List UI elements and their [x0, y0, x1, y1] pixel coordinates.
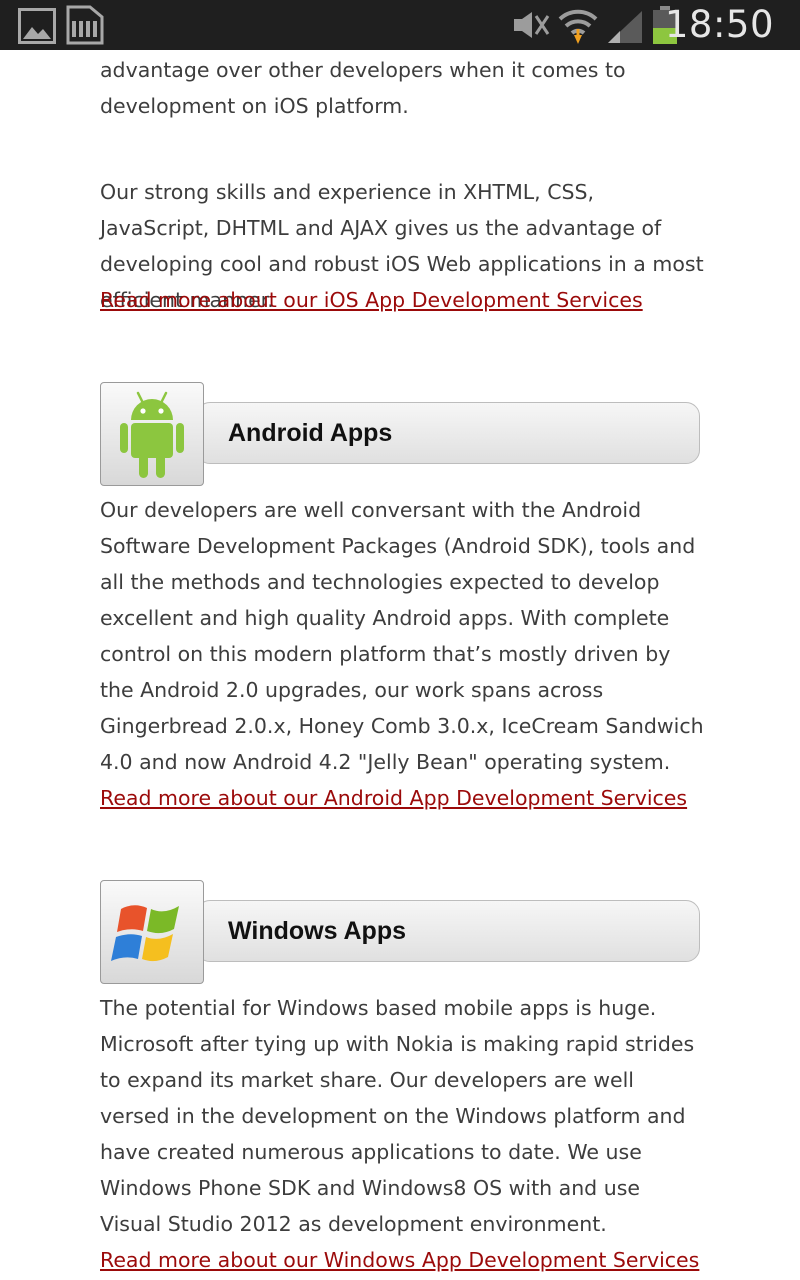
android-services-link[interactable]: Read more about our Android App Developm…	[100, 780, 687, 816]
ios-services-link[interactable]: Read more about our iOS App Development …	[100, 282, 643, 318]
sd-card-icon	[66, 5, 104, 49]
windows-logo-icon	[111, 905, 179, 962]
wifi-icon	[558, 5, 598, 49]
windows-services-link[interactable]: Read more about our Windows App Developm…	[100, 1242, 699, 1278]
gallery-icon	[18, 8, 56, 48]
android-section-title: Android Apps	[228, 419, 393, 447]
android-robot-icon	[120, 391, 184, 478]
windows-section-title: Windows Apps	[228, 917, 407, 945]
android-icon-frame	[100, 382, 204, 486]
android-section-header: Android Apps	[100, 382, 700, 488]
status-time: 18:50	[664, 3, 774, 46]
windows-icon-frame	[100, 880, 204, 984]
status-bar: 18:50	[0, 0, 800, 50]
android-section-body: Our developers are well conversant with …	[100, 498, 704, 774]
windows-section-header: Windows Apps	[100, 880, 700, 986]
windows-section-body: The potential for Windows based mobile a…	[100, 996, 695, 1236]
mute-icon	[510, 10, 550, 44]
intro-paragraph-continued: advantage over other developers when it …	[100, 58, 626, 118]
signal-icon	[606, 9, 644, 47]
